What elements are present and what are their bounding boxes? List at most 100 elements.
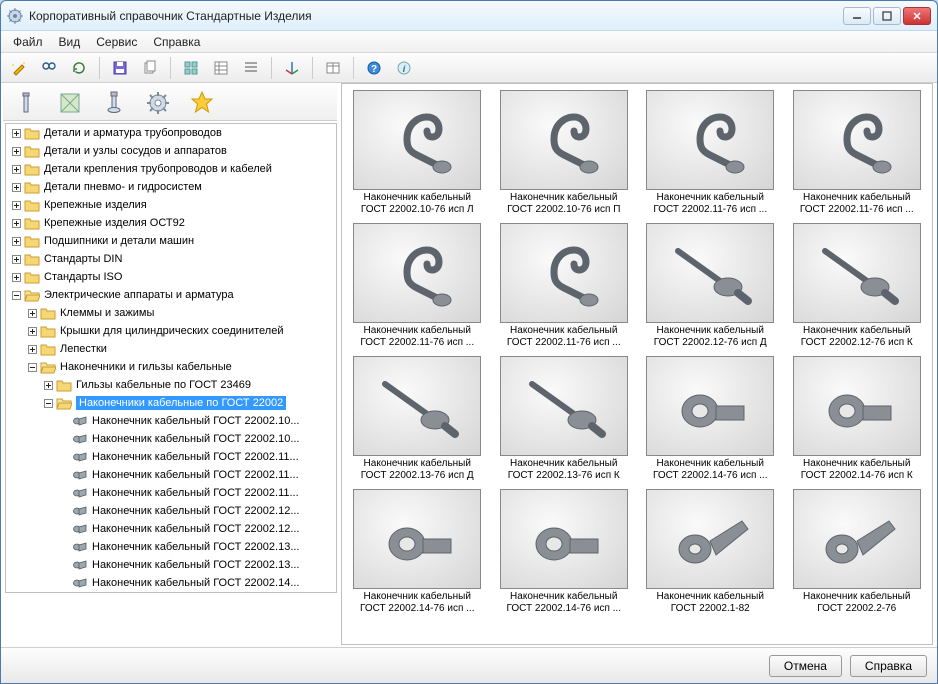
- tb-help-icon[interactable]: ?: [360, 55, 388, 81]
- expander-icon[interactable]: [10, 199, 22, 211]
- tb-axes-icon[interactable]: [278, 55, 306, 81]
- tree-folder[interactable]: Крышки для цилиндрических соединителей: [6, 322, 336, 340]
- tree-folder[interactable]: Лепестки: [6, 340, 336, 358]
- tab-section[interactable]: [51, 86, 89, 120]
- close-button[interactable]: [903, 7, 931, 25]
- expander-icon[interactable]: [58, 541, 70, 553]
- expander-icon[interactable]: [58, 559, 70, 571]
- thumbnail-item[interactable]: Наконечник кабельный ГОСТ 22002.14-76 ис…: [641, 356, 780, 481]
- thumbnail-item[interactable]: Наконечник кабельный ГОСТ 22002.12-76 ис…: [641, 223, 780, 348]
- tree-leaf[interactable]: Наконечник кабельный ГОСТ 22002.10...: [6, 412, 336, 430]
- expander-icon[interactable]: [26, 361, 38, 373]
- thumbnail-item[interactable]: Наконечник кабельный ГОСТ 22002.14-76 ис…: [788, 356, 927, 481]
- tree-folder[interactable]: Детали пневмо- и гидросистем: [6, 178, 336, 196]
- tree-folder[interactable]: Клеммы и зажимы: [6, 304, 336, 322]
- tree-folder[interactable]: Наконечники и гильзы кабельные: [6, 358, 336, 376]
- menu-service[interactable]: Сервис: [88, 33, 145, 51]
- tb-view-large-icon[interactable]: [177, 55, 205, 81]
- tree-panel[interactable]: Детали и арматура трубопроводовДетали и …: [5, 123, 337, 593]
- tree-folder[interactable]: Наконечники кабельные по ГОСТ 22002: [6, 394, 336, 412]
- menu-file[interactable]: Файл: [5, 33, 51, 51]
- expander-icon[interactable]: [58, 505, 70, 517]
- thumbnail-item[interactable]: Наконечник кабельный ГОСТ 22002.10-76 ис…: [348, 90, 487, 215]
- expander-icon[interactable]: [10, 271, 22, 283]
- content-area: Детали и арматура трубопроводовДетали и …: [1, 83, 937, 647]
- tree-leaf[interactable]: Наконечник кабельный ГОСТ 22002.11...: [6, 484, 336, 502]
- tree-leaf[interactable]: Наконечник кабельный ГОСТ 22002.11...: [6, 448, 336, 466]
- expander-icon[interactable]: [42, 379, 54, 391]
- tree-folder[interactable]: Подшипники и детали машин: [6, 232, 336, 250]
- tree-folder[interactable]: Детали и арматура трубопроводов: [6, 124, 336, 142]
- expander-icon[interactable]: [10, 253, 22, 265]
- expander-icon[interactable]: [26, 325, 38, 337]
- tree-folder[interactable]: Детали и узлы сосудов и аппаратов: [6, 142, 336, 160]
- thumbnail-item[interactable]: Наконечник кабельный ГОСТ 22002.11-76 ис…: [788, 90, 927, 215]
- maximize-button[interactable]: [873, 7, 901, 25]
- expander-icon[interactable]: [58, 487, 70, 499]
- expander-icon[interactable]: [10, 127, 22, 139]
- tab-star[interactable]: [183, 86, 221, 120]
- tb-copy-icon[interactable]: [136, 55, 164, 81]
- menu-help[interactable]: Справка: [145, 33, 208, 51]
- thumbnail-item[interactable]: Наконечник кабельный ГОСТ 22002.14-76 ис…: [495, 489, 634, 614]
- tree-folder[interactable]: Крепежные изделия ОСТ92: [6, 214, 336, 232]
- tree-label: Наконечник кабельный ГОСТ 22002.12...: [92, 505, 300, 517]
- tree-leaf[interactable]: Наконечник кабельный ГОСТ 22002.12...: [6, 520, 336, 538]
- expander-icon[interactable]: [58, 415, 70, 427]
- tb-info-icon[interactable]: i: [390, 55, 418, 81]
- expander-icon[interactable]: [58, 523, 70, 535]
- tree-leaf[interactable]: Наконечник кабельный ГОСТ 22002.10...: [6, 430, 336, 448]
- tb-table-icon[interactable]: [319, 55, 347, 81]
- tb-refresh-icon[interactable]: [65, 55, 93, 81]
- tree-folder[interactable]: Детали крепления трубопроводов и кабелей: [6, 160, 336, 178]
- tb-view-details-icon[interactable]: [237, 55, 265, 81]
- thumbnail-item[interactable]: Наконечник кабельный ГОСТ 22002.10-76 ис…: [495, 90, 634, 215]
- tb-save-icon[interactable]: [106, 55, 134, 81]
- tree-leaf[interactable]: Наконечник кабельный ГОСТ 22002.13...: [6, 538, 336, 556]
- tab-gear[interactable]: [139, 86, 177, 120]
- expander-icon[interactable]: [10, 289, 22, 301]
- tb-view-list-icon[interactable]: [207, 55, 235, 81]
- tree-folder[interactable]: Электрические аппараты и арматура: [6, 286, 336, 304]
- expander-icon[interactable]: [42, 397, 54, 409]
- tree-leaf[interactable]: Наконечник кабельный ГОСТ 22002.14...: [6, 574, 336, 592]
- expander-icon[interactable]: [58, 433, 70, 445]
- tree-folder[interactable]: Гильзы кабельные по ГОСТ 23469: [6, 376, 336, 394]
- tree-folder[interactable]: Стандарты DIN: [6, 250, 336, 268]
- thumbnail-item[interactable]: Наконечник кабельный ГОСТ 22002.14-76 ис…: [348, 489, 487, 614]
- tab-bolt[interactable]: [7, 86, 45, 120]
- expander-icon[interactable]: [26, 343, 38, 355]
- expander-icon[interactable]: [58, 451, 70, 463]
- thumbnail-item[interactable]: Наконечник кабельный ГОСТ 22002.11-76 ис…: [641, 90, 780, 215]
- tb-wizard-icon[interactable]: [5, 55, 33, 81]
- tb-search-icon[interactable]: [35, 55, 63, 81]
- tree-leaf[interactable]: Наконечник кабельный ГОСТ 22002.13...: [6, 556, 336, 574]
- thumbnail-item[interactable]: Наконечник кабельный ГОСТ 22002.13-76 ис…: [348, 356, 487, 481]
- thumbnail-item[interactable]: Наконечник кабельный ГОСТ 22002.11-76 ис…: [495, 223, 634, 348]
- expander-icon[interactable]: [58, 577, 70, 589]
- thumbnail-caption: Наконечник кабельный ГОСТ 22002.12-76 ис…: [792, 325, 922, 348]
- thumbnail-panel[interactable]: Наконечник кабельный ГОСТ 22002.10-76 ис…: [341, 83, 933, 645]
- thumbnail-item[interactable]: Наконечник кабельный ГОСТ 22002.2-76: [788, 489, 927, 614]
- minimize-button[interactable]: [843, 7, 871, 25]
- expander-icon[interactable]: [26, 307, 38, 319]
- help-button[interactable]: Справка: [850, 655, 927, 677]
- expander-icon[interactable]: [10, 145, 22, 157]
- part-icon: [72, 450, 88, 464]
- expander-icon[interactable]: [10, 163, 22, 175]
- thumbnail-item[interactable]: Наконечник кабельный ГОСТ 22002.13-76 ис…: [495, 356, 634, 481]
- expander-icon[interactable]: [58, 469, 70, 481]
- tree-folder[interactable]: Стандарты ISO: [6, 268, 336, 286]
- expander-icon[interactable]: [10, 235, 22, 247]
- expander-icon[interactable]: [10, 217, 22, 229]
- tab-assembly[interactable]: [95, 86, 133, 120]
- thumbnail-item[interactable]: Наконечник кабельный ГОСТ 22002.12-76 ис…: [788, 223, 927, 348]
- cancel-button[interactable]: Отмена: [769, 655, 842, 677]
- menu-view[interactable]: Вид: [51, 33, 89, 51]
- thumbnail-item[interactable]: Наконечник кабельный ГОСТ 22002.1-82: [641, 489, 780, 614]
- tree-leaf[interactable]: Наконечник кабельный ГОСТ 22002.12...: [6, 502, 336, 520]
- expander-icon[interactable]: [10, 181, 22, 193]
- tree-folder[interactable]: Крепежные изделия: [6, 196, 336, 214]
- thumbnail-item[interactable]: Наконечник кабельный ГОСТ 22002.11-76 ис…: [348, 223, 487, 348]
- tree-leaf[interactable]: Наконечник кабельный ГОСТ 22002.11...: [6, 466, 336, 484]
